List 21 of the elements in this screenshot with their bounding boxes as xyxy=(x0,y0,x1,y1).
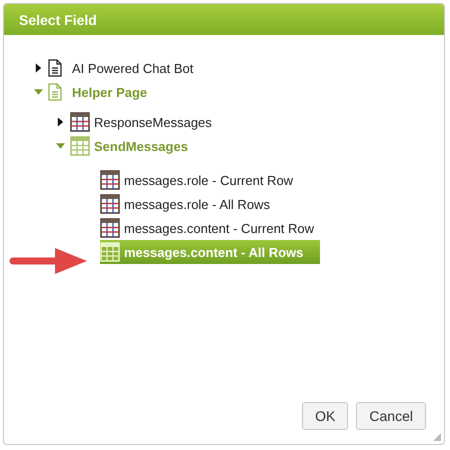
table-icon xyxy=(100,218,120,238)
window-title: Select Field xyxy=(19,12,97,28)
table-icon xyxy=(100,170,120,190)
resize-grip-icon[interactable] xyxy=(432,432,442,442)
tree-item[interactable]: ResponseMessages xyxy=(70,110,222,134)
ok-button[interactable]: OK xyxy=(302,402,348,430)
expanded-triangle-icon[interactable] xyxy=(56,141,65,151)
table-icon xyxy=(70,136,90,156)
collapsed-triangle-icon[interactable] xyxy=(34,63,43,73)
table-icon xyxy=(70,112,90,132)
tree-item[interactable]: messages.content - Current Row xyxy=(100,216,324,240)
tree-item[interactable]: AI Powered Chat Bot xyxy=(48,56,204,80)
tree-item[interactable]: messages.role - Current Row xyxy=(100,168,304,192)
tree-item[interactable]: messages.role - All Rows xyxy=(100,192,280,216)
document-icon xyxy=(48,83,62,101)
document-icon xyxy=(48,59,62,77)
cancel-button[interactable]: Cancel xyxy=(356,402,426,430)
collapsed-triangle-icon[interactable] xyxy=(56,117,65,127)
table-icon xyxy=(100,194,120,214)
expanded-triangle-icon[interactable] xyxy=(34,87,43,97)
table-icon xyxy=(100,242,120,262)
